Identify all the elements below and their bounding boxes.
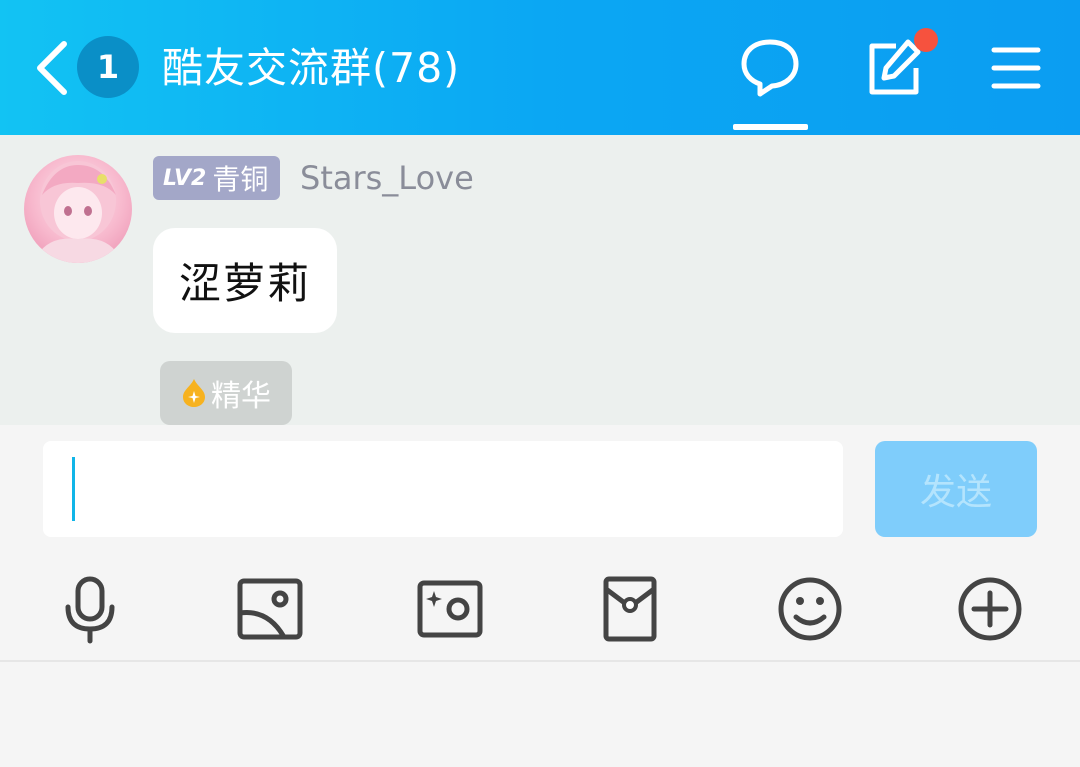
send-button[interactable]: 发送 — [875, 441, 1037, 537]
avatar[interactable] — [24, 155, 132, 263]
flame-icon — [183, 379, 205, 407]
toolbar-divider — [0, 660, 1080, 662]
username[interactable]: Stars_Love — [300, 155, 474, 201]
page-title: 酷友交流群(78) — [162, 44, 461, 92]
image-icon[interactable] — [234, 573, 306, 645]
microphone-icon[interactable] — [54, 573, 126, 645]
notification-dot — [914, 28, 938, 52]
composer: 发送 — [0, 425, 1080, 767]
back-arrow-icon[interactable] — [30, 38, 74, 98]
menu-icon[interactable] — [986, 36, 1050, 100]
chat-bubble-icon[interactable] — [738, 36, 802, 100]
essence-button[interactable]: 精华 — [160, 361, 292, 425]
top-bar: 1 酷友交流群(78) — [0, 0, 1080, 135]
plus-icon[interactable] — [954, 573, 1026, 645]
level-name: 青铜 — [212, 163, 269, 196]
user-level-badge: LV2 青铜 — [153, 156, 281, 200]
active-tab-indicator — [733, 124, 808, 130]
essence-label: 精华 — [211, 379, 271, 414]
message-bubble[interactable]: 涩萝莉 — [153, 228, 338, 333]
red-envelope-icon[interactable] — [594, 573, 666, 645]
emoji-icon[interactable] — [774, 573, 846, 645]
camera-icon[interactable] — [414, 573, 486, 645]
unread-count-badge[interactable]: 1 — [77, 36, 139, 98]
text-caret — [72, 457, 75, 521]
level-code: LV2 — [163, 165, 207, 191]
chat-message-list: LV2 青铜 Stars_Love 涩萝莉 精华 — [0, 135, 1080, 425]
anime-girl-avatar-image — [34, 161, 122, 263]
message-input[interactable] — [43, 441, 843, 537]
